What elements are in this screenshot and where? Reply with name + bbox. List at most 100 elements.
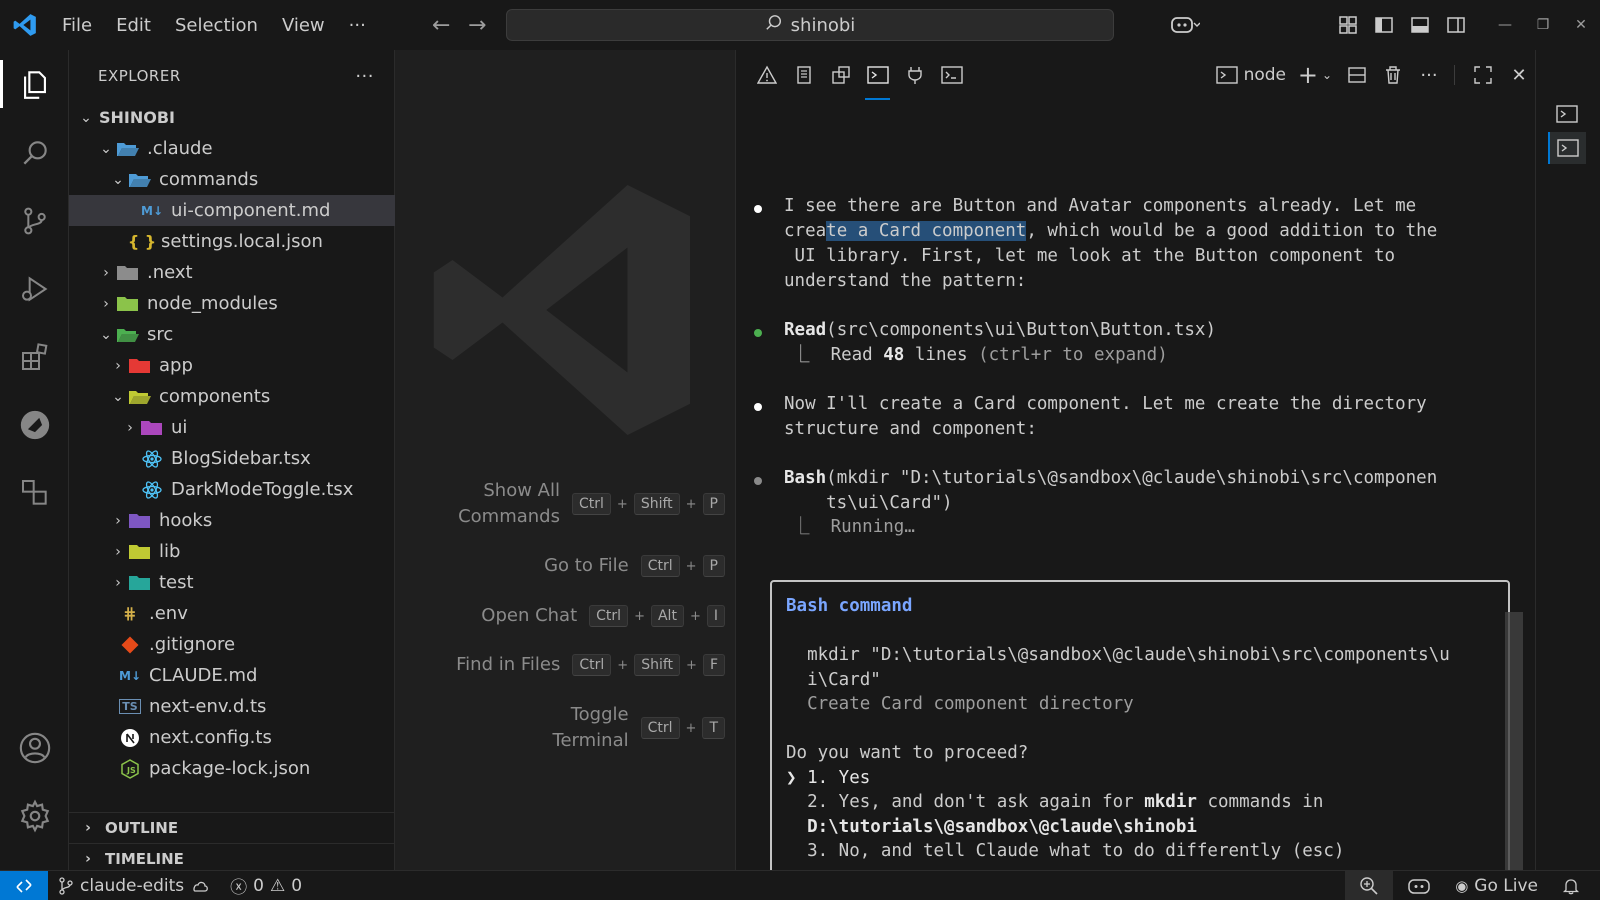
close-panel-icon[interactable]: ✕ <box>1502 58 1536 92</box>
terminal-selector[interactable]: node <box>1212 58 1290 92</box>
menu-more[interactable]: ··· <box>337 0 378 50</box>
shortcut-label: Go to File <box>544 555 629 576</box>
problems-status[interactable]: ⓧ 0 ⚠ 0 <box>220 871 312 900</box>
new-terminal-button[interactable]: + ⌄ <box>1292 58 1338 92</box>
zoom-status[interactable] <box>1345 871 1394 900</box>
back-arrow-icon[interactable]: ← <box>422 13 460 38</box>
tree-item-hooks[interactable]: › hooks <box>69 505 395 536</box>
shortcut-hint[interactable]: Toggle Terminal Ctrl + T <box>553 702 725 754</box>
forward-arrow-icon[interactable]: → <box>458 13 496 38</box>
key-cap: P <box>702 555 725 577</box>
output-tab-icon[interactable] <box>785 50 822 100</box>
tree-root-shinobi[interactable]: ⌄ SHINOBI <box>69 102 395 133</box>
tree-item-next-env-d-ts[interactable]: TS next-env.d.ts <box>69 691 395 722</box>
customize-layout-icon[interactable] <box>1330 7 1366 43</box>
option-yes[interactable]: ❯ 1. Yes <box>786 766 870 791</box>
source-control-icon[interactable] <box>0 186 69 255</box>
tree-item-ui[interactable]: › ui <box>69 412 395 443</box>
command-center-search[interactable]: shinobi <box>506 9 1114 41</box>
trash-icon[interactable] <box>1376 58 1410 92</box>
folder-open-icon <box>127 387 153 407</box>
tree-item-darkmodetoggle-tsx[interactable]: DarkModeToggle.tsx <box>69 474 395 505</box>
tree-item-node-modules[interactable]: › node_modules <box>69 288 395 319</box>
terminal-instance-active-icon[interactable] <box>1548 132 1586 164</box>
tree-item-src[interactable]: ⌄ src <box>69 319 395 350</box>
accounts-icon[interactable] <box>0 713 69 782</box>
plus-separator: + <box>685 496 697 512</box>
toggle-primary-sidebar-icon[interactable] <box>1366 7 1402 43</box>
branch-status[interactable]: claude-edits <box>48 871 220 900</box>
tree-item-settings-local-json[interactable]: { } settings.local.json <box>69 226 395 257</box>
shortcut-hint[interactable]: Show All Commands Ctrl + Shift + P <box>458 478 725 530</box>
vscode-watermark-icon <box>433 185 690 435</box>
extensions-icon[interactable] <box>0 322 69 391</box>
folder-open-icon <box>127 170 153 190</box>
tree-item-commands[interactable]: ⌄ commands <box>69 164 395 195</box>
terminal-scrollbar[interactable] <box>1505 612 1523 900</box>
menu-edit[interactable]: Edit <box>104 0 163 50</box>
chevron-right-icon: › <box>85 851 91 867</box>
explorer-more-icon[interactable]: ··· <box>355 66 374 87</box>
remote-indicator-icon[interactable] <box>0 870 48 900</box>
settings-gear-icon[interactable] <box>0 781 69 850</box>
tree-item-components[interactable]: ⌄ components <box>69 381 395 412</box>
split-terminal-icon[interactable] <box>1340 58 1374 92</box>
tree-item-package-lock-json[interactable]: JS package-lock.json <box>69 753 395 784</box>
tree-item-app[interactable]: › app <box>69 350 395 381</box>
tree-item-claude[interactable]: ⌄ .claude <box>69 133 395 164</box>
terminal-instance-icon[interactable] <box>1548 98 1586 130</box>
plus-separator: + <box>634 608 645 624</box>
menu-selection[interactable]: Selection <box>163 0 270 50</box>
option-yes-always[interactable]: 2. Yes, and don't ask again for mkdir co… <box>786 790 1323 815</box>
menu-view[interactable]: View <box>270 0 337 50</box>
shortcut-hint[interactable]: Go to File Ctrl + P <box>544 553 725 579</box>
remote-explorer-icon[interactable] <box>0 390 69 459</box>
terminal-icon <box>1215 66 1238 84</box>
tree-item-env[interactable]: ⋕ .env <box>69 598 395 629</box>
outline-section[interactable]: › OUTLINE <box>69 812 395 843</box>
folder-icon <box>139 418 165 438</box>
tree-item-ui-component-md[interactable]: M↓ ui-component.md <box>69 195 395 226</box>
copilot-icon[interactable] <box>1160 7 1210 43</box>
folder-open-icon <box>115 325 141 345</box>
shortcut-hint[interactable]: Find in Files Ctrl + Shift + F <box>456 652 725 678</box>
tree-item-test[interactable]: › test <box>69 567 395 598</box>
panel-more-icon[interactable]: ··· <box>1412 58 1446 92</box>
tree-item-next[interactable]: › .next <box>69 257 395 288</box>
search-activity-icon[interactable] <box>0 118 69 187</box>
run-debug-icon[interactable] <box>0 254 69 323</box>
dialog-question: Do you want to proceed? <box>786 743 1029 763</box>
option-no[interactable]: 3. No, and tell Claude what to do differ… <box>786 839 1344 864</box>
go-live-button[interactable]: ◉ Go Live <box>1445 871 1548 900</box>
restore-icon[interactable]: ❐ <box>1524 0 1562 50</box>
minimize-icon[interactable]: — <box>1486 0 1524 50</box>
tree-item-claude-md[interactable]: M↓ CLAUDE.md <box>69 660 395 691</box>
tree-item-gitignore[interactable]: .gitignore <box>69 629 395 660</box>
tree-item-lib[interactable]: › lib <box>69 536 395 567</box>
tree-item-next-config-ts[interactable]: next.config.ts <box>69 722 395 753</box>
ports-tab-icon[interactable] <box>896 50 933 100</box>
close-window-icon[interactable]: ✕ <box>1562 0 1600 50</box>
tree-item-blogsidebar-tsx[interactable]: BlogSidebar.tsx <box>69 443 395 474</box>
problems-tab-icon[interactable] <box>748 50 785 100</box>
success-bullet-icon <box>754 329 762 337</box>
copilot-status-icon[interactable] <box>1393 871 1445 900</box>
terminal-tab-icon[interactable] <box>859 50 896 100</box>
status-bar: claude-edits ⓧ 0 ⚠ 0 ◉ Go Live <box>0 870 1600 900</box>
testing-icon[interactable] <box>0 458 69 527</box>
toggle-panel-icon[interactable] <box>1402 7 1438 43</box>
pending-bullet-icon <box>754 477 762 485</box>
gitlens-tab-icon[interactable] <box>933 50 970 100</box>
react-icon <box>139 480 165 500</box>
maximize-panel-icon[interactable] <box>1466 58 1500 92</box>
explorer-icon[interactable] <box>0 50 69 119</box>
json-icon: { } <box>127 232 157 251</box>
debug-console-tab-icon[interactable] <box>822 50 859 100</box>
shortcut-hint[interactable]: Open Chat Ctrl + Alt + I <box>481 603 725 629</box>
toggle-secondary-sidebar-icon[interactable] <box>1438 7 1474 43</box>
tree-item-label: BlogSidebar.tsx <box>171 448 311 469</box>
notifications-bell-icon[interactable] <box>1548 871 1600 900</box>
chevron-down-icon: ⌄ <box>112 388 124 405</box>
menu-file[interactable]: File <box>50 0 104 50</box>
title-bar: File Edit Selection View ··· ← → shinobi… <box>0 0 1600 50</box>
